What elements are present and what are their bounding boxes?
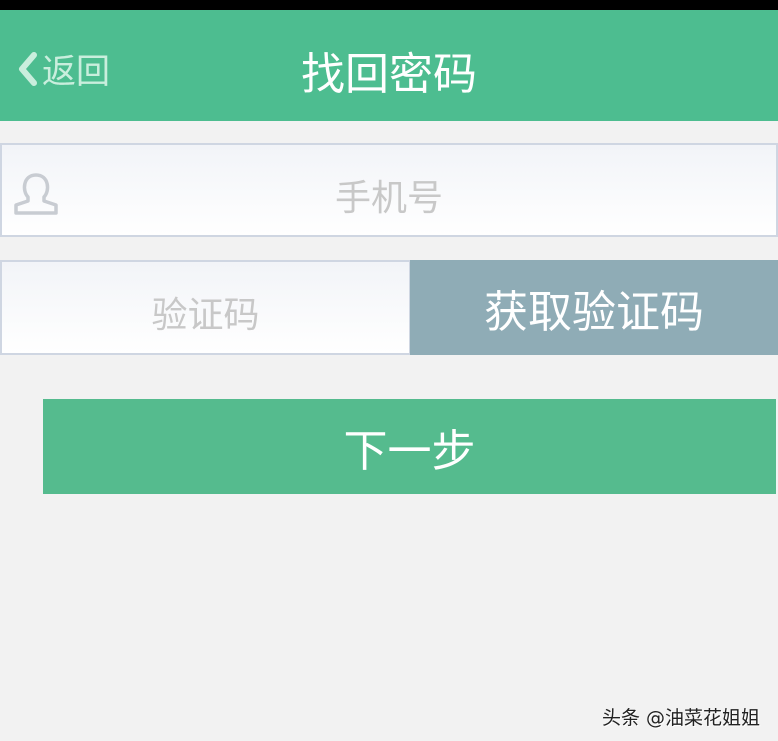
status-bar <box>0 0 778 10</box>
watermark: 头条 @油菜花姐姐 <box>601 707 760 729</box>
nav-header: 返回 找回密码 <box>0 10 778 121</box>
get-code-button[interactable]: 获取验证码 <box>410 260 778 355</box>
phone-input[interactable]: 手机号 <box>0 143 778 237</box>
code-placeholder: 验证码 <box>151 295 260 336</box>
phone-placeholder: 手机号 <box>334 178 443 219</box>
code-input[interactable]: 验证码 <box>0 260 411 355</box>
page-title: 找回密码 <box>301 49 477 100</box>
next-button[interactable]: 下一步 <box>43 399 776 494</box>
